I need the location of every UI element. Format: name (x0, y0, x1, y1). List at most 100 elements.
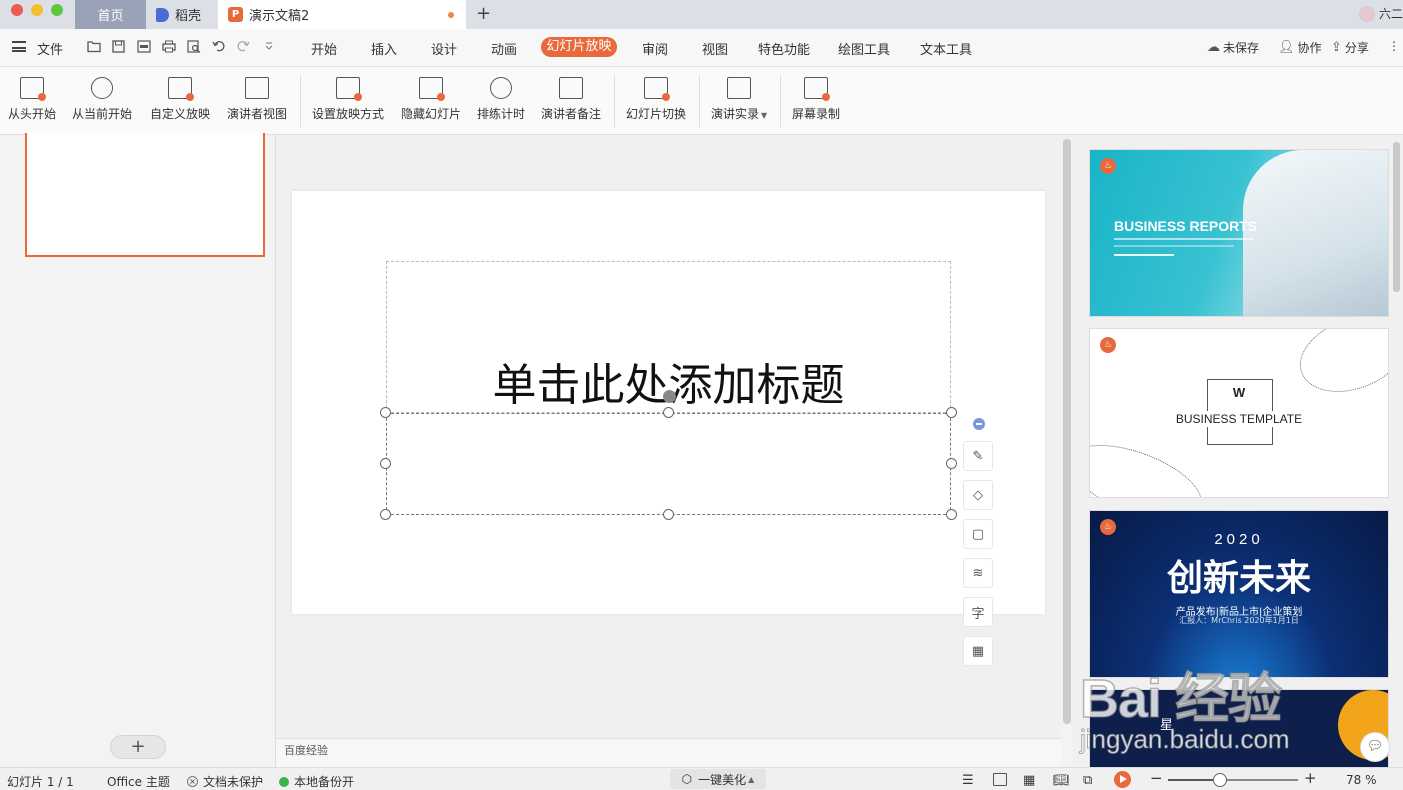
notes-text: 百度经验 (284, 744, 328, 757)
ribbon-toolbar: 从头开始 从当前开始 自定义放映 演讲者视图 设置放映方式 隐藏幻灯片 排练计时… (0, 67, 1403, 135)
close-window-button[interactable] (11, 4, 23, 16)
menu-item-view[interactable]: 视图 (702, 39, 728, 58)
template-star[interactable]: 星 (1089, 689, 1389, 769)
resize-handle[interactable] (946, 407, 957, 418)
template-scrollbar[interactable] (1393, 142, 1400, 292)
presenter-icon[interactable]: ⧉ (1083, 773, 1092, 788)
menu-item-review[interactable]: 审阅 (642, 39, 668, 58)
rotate-handle-icon[interactable] (663, 390, 676, 403)
export-pdf-icon[interactable] (137, 40, 151, 54)
menu-item-text-tools[interactable]: 文本工具 (920, 39, 972, 58)
cube-icon: ⬡ (681, 772, 693, 786)
presenter-view-button[interactable]: 演讲者视图 (227, 67, 287, 135)
minimize-window-button[interactable] (31, 4, 43, 16)
play-slideshow-icon[interactable] (1114, 771, 1131, 788)
zoom-slider[interactable] (1168, 779, 1298, 781)
from-current-label: 从当前开始 (72, 107, 133, 121)
resize-handle[interactable] (380, 509, 391, 520)
slide-sorter-icon[interactable]: ▦ (1023, 773, 1035, 788)
custom-show-button[interactable]: 自定义放映 (150, 67, 210, 135)
template-innovation-future[interactable]: ♨ 2020 创新未来 产品发布|新品上市|企业策划 汇报人：MrChris 2… (1089, 510, 1389, 678)
tab-daoke[interactable]: 稻壳 (146, 0, 218, 29)
template-business-template[interactable]: ♨ W BUSINESS TEMPLATE (1089, 328, 1389, 498)
notes-pane[interactable]: 百度经验 (276, 738, 1061, 767)
open-folder-icon[interactable] (87, 40, 101, 54)
from-beginning-button[interactable]: 从头开始 (8, 67, 56, 135)
slide[interactable]: 单击此处添加标题 (292, 191, 1045, 614)
print-icon[interactable] (162, 40, 176, 54)
chat-bubble-icon[interactable]: 💬︎ (1360, 732, 1390, 762)
menu-item-animation[interactable]: 动画 (491, 39, 517, 58)
outline-icon[interactable]: ▢ (963, 519, 993, 549)
resize-handle[interactable] (380, 458, 391, 469)
subtitle-placeholder[interactable] (386, 413, 951, 515)
menu-item-insert[interactable]: 插入 (371, 39, 397, 58)
speaker-notes-button[interactable]: 演讲者备注 (541, 67, 601, 135)
save-icon[interactable] (111, 40, 125, 54)
add-slide-button[interactable]: + (110, 735, 166, 759)
layers-icon[interactable]: ≋ (963, 558, 993, 588)
slide-thumbnail[interactable] (25, 133, 265, 257)
resize-handle[interactable] (946, 509, 957, 520)
document-protection[interactable]: × 文档未保护 (187, 773, 263, 790)
fill-icon[interactable]: ◇ (963, 480, 993, 510)
template-business-reports[interactable]: ♨ BUSINESS REPORTS (1089, 149, 1389, 317)
screen-record-button[interactable]: 屏幕录制 (792, 67, 840, 135)
new-tab-button[interactable]: + (476, 3, 491, 24)
doctor-image (1243, 150, 1388, 316)
menu-item-slideshow[interactable]: 幻灯片放映 (541, 37, 617, 57)
tab-document[interactable]: P 演示文稿2 (218, 0, 466, 29)
undo-icon[interactable] (212, 40, 226, 54)
resize-handle[interactable] (380, 407, 391, 418)
hide-slide-button[interactable]: 隐藏幻灯片 (401, 67, 461, 135)
hide-slide-label: 隐藏幻灯片 (401, 107, 462, 121)
reading-view-icon[interactable]: 📖︎ (1053, 773, 1070, 788)
zoom-out-button[interactable]: − (1150, 769, 1163, 787)
daoke-logo-icon (156, 7, 169, 22)
theme-name[interactable]: Office 主题 (107, 773, 170, 790)
slide-transition-button[interactable]: 幻灯片切换 (626, 67, 686, 135)
zoom-slider-handle[interactable] (1213, 773, 1227, 787)
rehearse-timing-button[interactable]: 排练计时 (477, 67, 525, 135)
title-placeholder-text: 单击此处添加标题 (492, 360, 845, 411)
menu-item-start[interactable]: 开始 (311, 39, 337, 58)
tab-home[interactable]: 首页 (75, 0, 146, 29)
hamburger-menu-icon[interactable] (12, 41, 26, 52)
customize-toolbar-icon[interactable] (262, 40, 276, 54)
unsaved-status[interactable]: ☁ 未保存 (1207, 39, 1259, 56)
from-current-button[interactable]: 从当前开始 (72, 67, 132, 135)
resize-handle[interactable] (946, 458, 957, 469)
more-tools-icon[interactable]: ▦ (963, 636, 993, 666)
one-click-beautify-button[interactable]: ⬡ 一键美化 ▲ (670, 769, 766, 789)
zoom-in-button[interactable]: + (1304, 769, 1317, 787)
more-options-icon[interactable]: ⋮ (1388, 39, 1400, 53)
text-format-icon[interactable]: 字 (963, 597, 993, 627)
brush-icon[interactable]: ✎ (963, 441, 993, 471)
notes-toggle-icon[interactable]: ☰ (962, 773, 974, 788)
file-menu[interactable]: 文件 (37, 39, 63, 58)
canvas-scrollbar[interactable] (1061, 135, 1073, 725)
normal-view-icon[interactable] (993, 773, 1007, 786)
menu-item-features[interactable]: 特色功能 (758, 39, 810, 58)
resize-handle[interactable] (663, 509, 674, 520)
redo-icon[interactable] (236, 40, 250, 54)
print-preview-icon[interactable] (187, 40, 201, 54)
title-bar: 首页 稻壳 P 演示文稿2 + 六二 (0, 0, 1403, 29)
collaborate-button[interactable]: 👤︎ 协作 (1278, 39, 1322, 56)
share-button[interactable]: ⇪ 分享 (1331, 39, 1369, 56)
menu-item-design[interactable]: 设计 (431, 39, 457, 58)
maximize-window-button[interactable] (51, 4, 63, 16)
collapse-icon[interactable] (973, 418, 985, 430)
zoom-level[interactable]: 78 % (1346, 773, 1377, 787)
screen-record-icon (804, 77, 830, 101)
local-backup[interactable]: 本地备份开 (279, 773, 354, 790)
template-presenter: 汇报人：MrChris 2020年1月1日 (1179, 616, 1299, 625)
record-presentation-button[interactable]: 演讲实录 ▼ (711, 67, 767, 135)
user-account[interactable]: 六二 (1358, 5, 1403, 22)
protection-label: 文档未保护 (203, 775, 264, 789)
ribbon-divider (300, 75, 301, 127)
resize-handle[interactable] (663, 407, 674, 418)
menu-item-drawing-tools[interactable]: 绘图工具 (838, 39, 890, 58)
dropdown-caret-icon: ▲ (748, 774, 755, 784)
setup-show-button[interactable]: 设置放映方式 (312, 67, 384, 135)
